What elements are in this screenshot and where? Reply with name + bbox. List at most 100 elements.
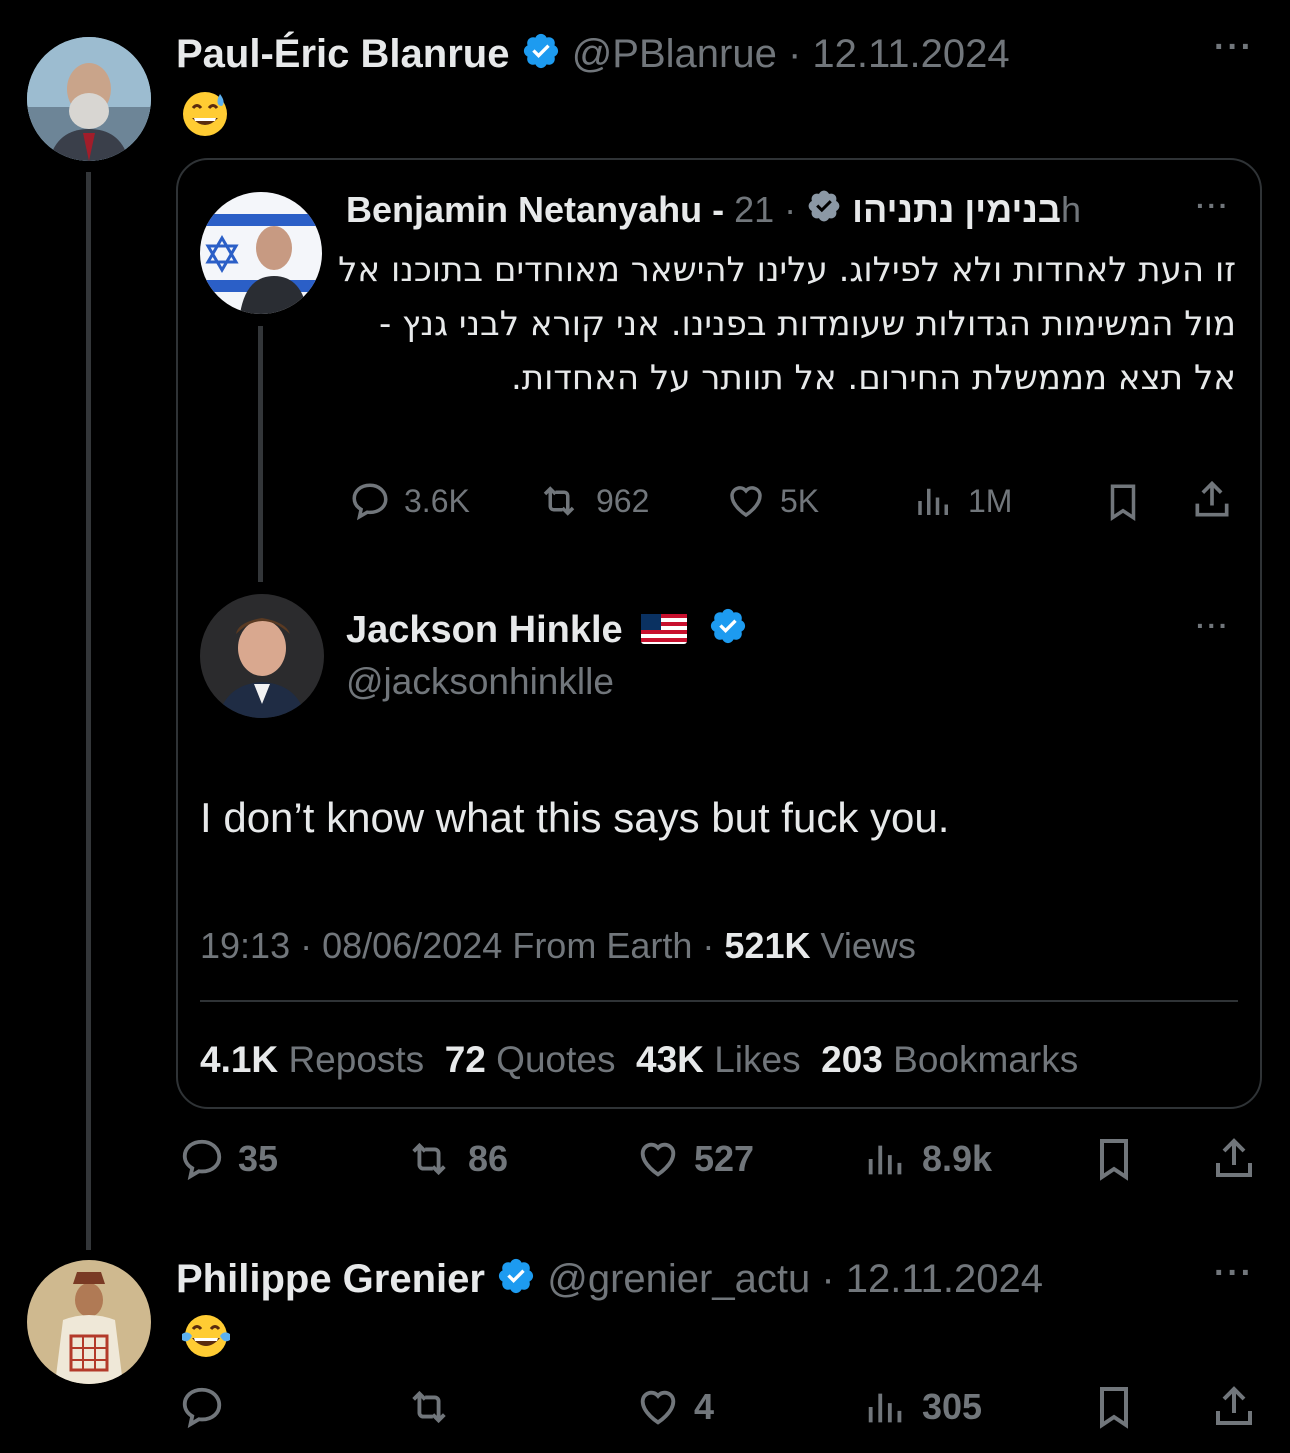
repost-count: 962	[596, 482, 650, 519]
verified-badge-icon	[521, 31, 561, 82]
post-date[interactable]: 12.11.2024	[812, 32, 1009, 76]
like-count: 4	[694, 1386, 715, 1427]
bookmarks-stat[interactable]: 203 Bookmarks	[821, 1039, 1078, 1080]
views-label: Views	[820, 925, 916, 966]
likes-label: Likes	[714, 1039, 801, 1080]
views-button[interactable]: 1M	[912, 480, 1012, 522]
share-icon	[1216, 1138, 1252, 1177]
views-chart-icon	[918, 488, 948, 515]
quotes-stat[interactable]: 72 Quotes	[445, 1039, 616, 1080]
views-button[interactable]: 305	[862, 1384, 982, 1430]
like-count: 527	[694, 1138, 755, 1179]
separator: ·	[300, 925, 313, 966]
share-button[interactable]	[1190, 478, 1234, 522]
engagement-stats: 4.1K Reposts 72 Quotes 43K Likes 203 Boo…	[200, 1036, 1078, 1084]
us-flag-icon	[641, 608, 688, 656]
author-name[interactable]: Philippe Grenier	[176, 1257, 485, 1301]
like-button[interactable]: 527	[634, 1136, 754, 1182]
repost-button[interactable]: 86	[402, 1136, 508, 1182]
separator: ·	[784, 189, 797, 230]
reply-button[interactable]: 3.6K	[348, 480, 470, 522]
views-count: 521K	[724, 925, 811, 966]
reply-icon	[352, 483, 388, 521]
reply-count: 3.6K	[404, 482, 470, 519]
post-time[interactable]: 19:13	[200, 925, 290, 966]
bookmarks-label: Bookmarks	[893, 1039, 1079, 1080]
post-header: Philippe Grenier @grenier_actu · 12.11.2…	[176, 1255, 1043, 1307]
heart-icon	[640, 1390, 676, 1425]
likes-stat[interactable]: 43K Likes	[636, 1039, 801, 1080]
author-handle[interactable]: @jacksonhinklle	[346, 658, 614, 706]
views-count: 8.9k	[922, 1138, 993, 1179]
bookmark-button[interactable]	[1090, 1134, 1138, 1184]
views-count: 305	[922, 1386, 983, 1427]
reply-count: 35	[238, 1138, 279, 1179]
separator: ·	[787, 32, 802, 76]
quoted-post-text: זו העת לאחדות ולא לפילוג. עלינו להישאר מ…	[338, 250, 1236, 398]
bookmark-icon	[1100, 1387, 1128, 1429]
verified-badge-icon	[708, 606, 748, 658]
reply-icon	[182, 1387, 222, 1429]
reposts-count: 4.1K	[200, 1039, 279, 1080]
repost-button[interactable]	[402, 1384, 468, 1430]
reply-icon	[182, 1139, 222, 1181]
more-options-icon[interactable]: ···	[1214, 1254, 1254, 1293]
separator: ·	[702, 925, 715, 966]
quotes-count: 72	[444, 1039, 486, 1080]
more-options-icon[interactable]: ···	[1214, 28, 1254, 67]
heart-icon	[730, 486, 762, 518]
reply-button[interactable]: 35	[178, 1136, 278, 1182]
repost-count: 86	[468, 1138, 509, 1179]
author-handle[interactable]: @grenier_actu	[547, 1257, 810, 1301]
reposts-label: Reposts	[288, 1039, 425, 1080]
author-name[interactable]: Jackson Hinkle	[346, 609, 623, 651]
bookmark-button[interactable]	[1090, 1382, 1138, 1432]
more-options-icon[interactable]: ···	[1196, 610, 1230, 642]
bookmark-button[interactable]	[1102, 480, 1144, 524]
post-meta: 19:13 · 08/06/2024 From Earth · 521K Vie…	[200, 922, 916, 970]
quoted-post-header: Benjamin Netanyahu - בנימין נתניהו · 21h	[346, 186, 1081, 236]
share-icon	[1216, 1386, 1252, 1425]
heart-icon	[640, 1142, 676, 1177]
views-chart-icon	[868, 1145, 902, 1175]
share-icon	[1195, 480, 1229, 517]
author-name[interactable]: Paul-Éric Blanrue	[176, 32, 509, 76]
verified-badge-icon	[806, 188, 842, 236]
quoted-post-text: I don’t know what this says but fuck you…	[200, 794, 950, 841]
face-with-tears-of-joy-icon	[180, 1312, 232, 1365]
avatar[interactable]	[27, 1260, 151, 1384]
bookmarks-count: 203	[821, 1039, 883, 1080]
grinning-face-with-sweat-icon	[180, 88, 230, 143]
quoted-post-header: Jackson Hinkle	[346, 606, 748, 658]
repost-icon	[412, 1142, 446, 1176]
avatar[interactable]	[200, 192, 322, 314]
author-name[interactable]: Benjamin Netanyahu - בנימין נתניהו	[346, 189, 1061, 230]
repost-button[interactable]: 962	[534, 480, 649, 522]
like-count: 5K	[780, 482, 820, 519]
share-button[interactable]	[1210, 1134, 1258, 1184]
views-chart-icon	[868, 1393, 902, 1423]
separator: ·	[821, 1257, 835, 1301]
more-options-icon[interactable]: ···	[1196, 190, 1230, 222]
post-date[interactable]: 08/06/2024	[322, 925, 502, 966]
avatar[interactable]	[27, 37, 151, 161]
thread-connector	[258, 326, 263, 582]
post-date[interactable]: 12.11.2024	[846, 1257, 1043, 1301]
views-button[interactable]: 8.9k	[862, 1136, 992, 1182]
reply-button[interactable]	[178, 1384, 238, 1430]
avatar[interactable]	[200, 594, 324, 718]
author-handle[interactable]: @PBlanrue	[572, 32, 777, 76]
share-button[interactable]	[1210, 1382, 1258, 1432]
repost-icon	[412, 1390, 446, 1424]
bookmark-icon	[1100, 1139, 1128, 1181]
views-count: 1M	[968, 482, 1013, 519]
thread-connector	[86, 172, 91, 1250]
likes-count: 43K	[636, 1039, 704, 1080]
reposts-stat[interactable]: 4.1K Reposts	[200, 1039, 424, 1080]
divider	[200, 1000, 1238, 1002]
like-button[interactable]: 5K	[724, 480, 819, 522]
repost-icon	[543, 486, 575, 516]
post-header: Paul-Éric Blanrue @PBlanrue · 12.11.2024	[176, 30, 1010, 82]
like-button[interactable]: 4	[634, 1384, 714, 1430]
verified-badge-icon	[496, 1256, 536, 1307]
